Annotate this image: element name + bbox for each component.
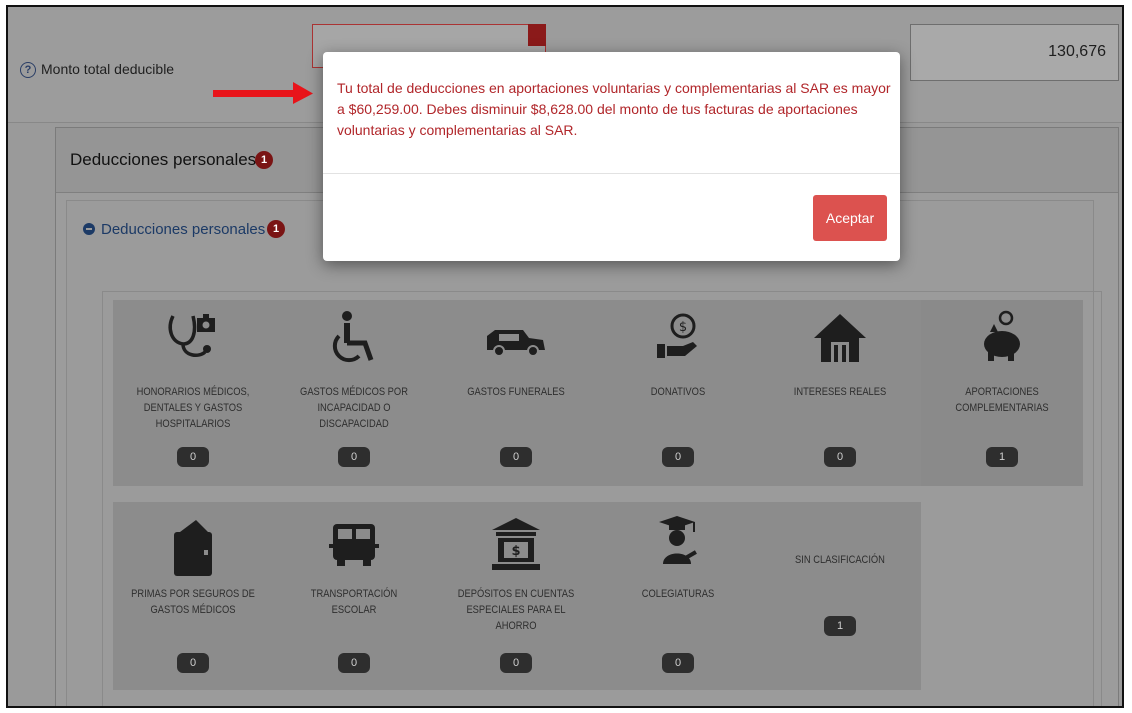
- svg-text:$: $: [679, 320, 687, 335]
- graduate-icon: [659, 516, 697, 564]
- stethoscope-icon: [168, 314, 215, 358]
- section-title: Deducciones personales: [101, 221, 266, 238]
- category-gastos-funerales[interactable]: GASTOS FUNERALES 0: [435, 300, 597, 486]
- category-count: 0: [177, 653, 209, 673]
- category-count: 0: [824, 447, 856, 467]
- category-gastos-medicos-incapacidad[interactable]: GASTOS MÉDICOS POR INCAPACIDAD O DISCAPA…: [273, 300, 435, 486]
- category-label: APORTACIONES COMPLEMENTARIAS: [955, 386, 1049, 414]
- collapse-icon[interactable]: [83, 223, 95, 235]
- category-count: 0: [662, 653, 694, 673]
- category-transportacion-escolar[interactable]: TRANSPORTACIÓN ESCOLAR 0: [273, 502, 435, 690]
- bank-icon: $: [492, 518, 540, 570]
- category-label: DONATIVOS: [650, 386, 706, 398]
- category-label: DEPÓSITOS EN CUENTAS ESPECIALES PARA EL …: [457, 588, 575, 632]
- category-label: GASTOS FUNERALES: [467, 386, 565, 398]
- category-sin-clasificacion[interactable]: SIN CLASIFICACIÓN 1: [759, 502, 921, 690]
- help-icon[interactable]: ?: [20, 62, 36, 78]
- category-label: INTERESES REALES: [793, 386, 887, 398]
- category-aportaciones-complementarias[interactable]: APORTACIONES COMPLEMENTARIAS 1: [921, 300, 1083, 486]
- panel-title: Deducciones personales: [70, 150, 257, 169]
- category-label: PRIMAS POR SEGUROS DE GASTOS MÉDICOS: [131, 588, 255, 616]
- category-primas-seguros[interactable]: PRIMAS POR SEGUROS DE GASTOS MÉDICOS 0: [113, 502, 273, 690]
- total-deducible-value: 130,676: [910, 24, 1119, 81]
- panel-count-badge: 1: [255, 151, 273, 169]
- alert-dialog: Tu total de deducciones en aportaciones …: [323, 52, 900, 261]
- category-count: 0: [500, 653, 532, 673]
- section-toggle[interactable]: Deducciones personales: [83, 221, 265, 238]
- categories-grid: HONORARIOS MÉDICOS, DENTALES Y GASTOS HO…: [102, 291, 1102, 706]
- category-count: 0: [338, 447, 370, 467]
- donation-icon: $: [657, 313, 697, 358]
- category-label: GASTOS MÉDICOS POR INCAPACIDAD O DISCAPA…: [300, 386, 408, 430]
- section-count-badge: 1: [267, 220, 285, 238]
- dialog-divider: [323, 173, 900, 174]
- category-count: 0: [177, 447, 209, 467]
- svg-text:$: $: [511, 544, 520, 559]
- app-frame: ? Monto total deducible 130,676 Deduccio…: [6, 5, 1124, 708]
- category-count: 0: [662, 447, 694, 467]
- category-label: HONORARIOS MÉDICOS, DENTALES Y GASTOS HO…: [136, 386, 250, 430]
- red-arrow-icon: [213, 82, 313, 104]
- category-label: TRANSPORTACIÓN ESCOLAR: [310, 588, 398, 616]
- error-flag: [528, 24, 546, 46]
- section-deducciones: Deducciones personales 1 HONORARIOS MÉDI…: [66, 200, 1102, 706]
- category-colegiaturas[interactable]: COLEGIATURAS 0: [597, 502, 759, 690]
- category-count: 0: [500, 447, 532, 467]
- category-depositos-cuentas[interactable]: $ DEPÓSITOS EN CUENTAS ESPECIALES PARA E…: [435, 502, 597, 690]
- accept-button[interactable]: Aceptar: [813, 195, 887, 241]
- category-label: SIN CLASIFICACIÓN: [795, 554, 885, 566]
- category-label: COLEGIATURAS: [641, 588, 715, 600]
- wallet-icon: [174, 520, 212, 576]
- category-donativos[interactable]: $ DONATIVOS 0: [597, 300, 759, 486]
- alert-message: Tu total de deducciones en aportaciones …: [337, 80, 891, 138]
- house-icon: [814, 314, 866, 362]
- category-count: 0: [338, 653, 370, 673]
- category-honorarios-medicos[interactable]: HONORARIOS MÉDICOS, DENTALES Y GASTOS HO…: [113, 300, 273, 486]
- monto-total-label: Monto total deducible: [41, 61, 175, 77]
- piggy-bank-icon: [984, 310, 1020, 361]
- school-bus-icon: [329, 524, 379, 566]
- category-intereses-reales[interactable]: INTERESES REALES 0: [759, 300, 921, 486]
- wheelchair-icon: [332, 311, 374, 363]
- category-count: 1: [824, 616, 856, 636]
- category-count: 1: [986, 447, 1018, 467]
- hearse-icon: [487, 330, 545, 357]
